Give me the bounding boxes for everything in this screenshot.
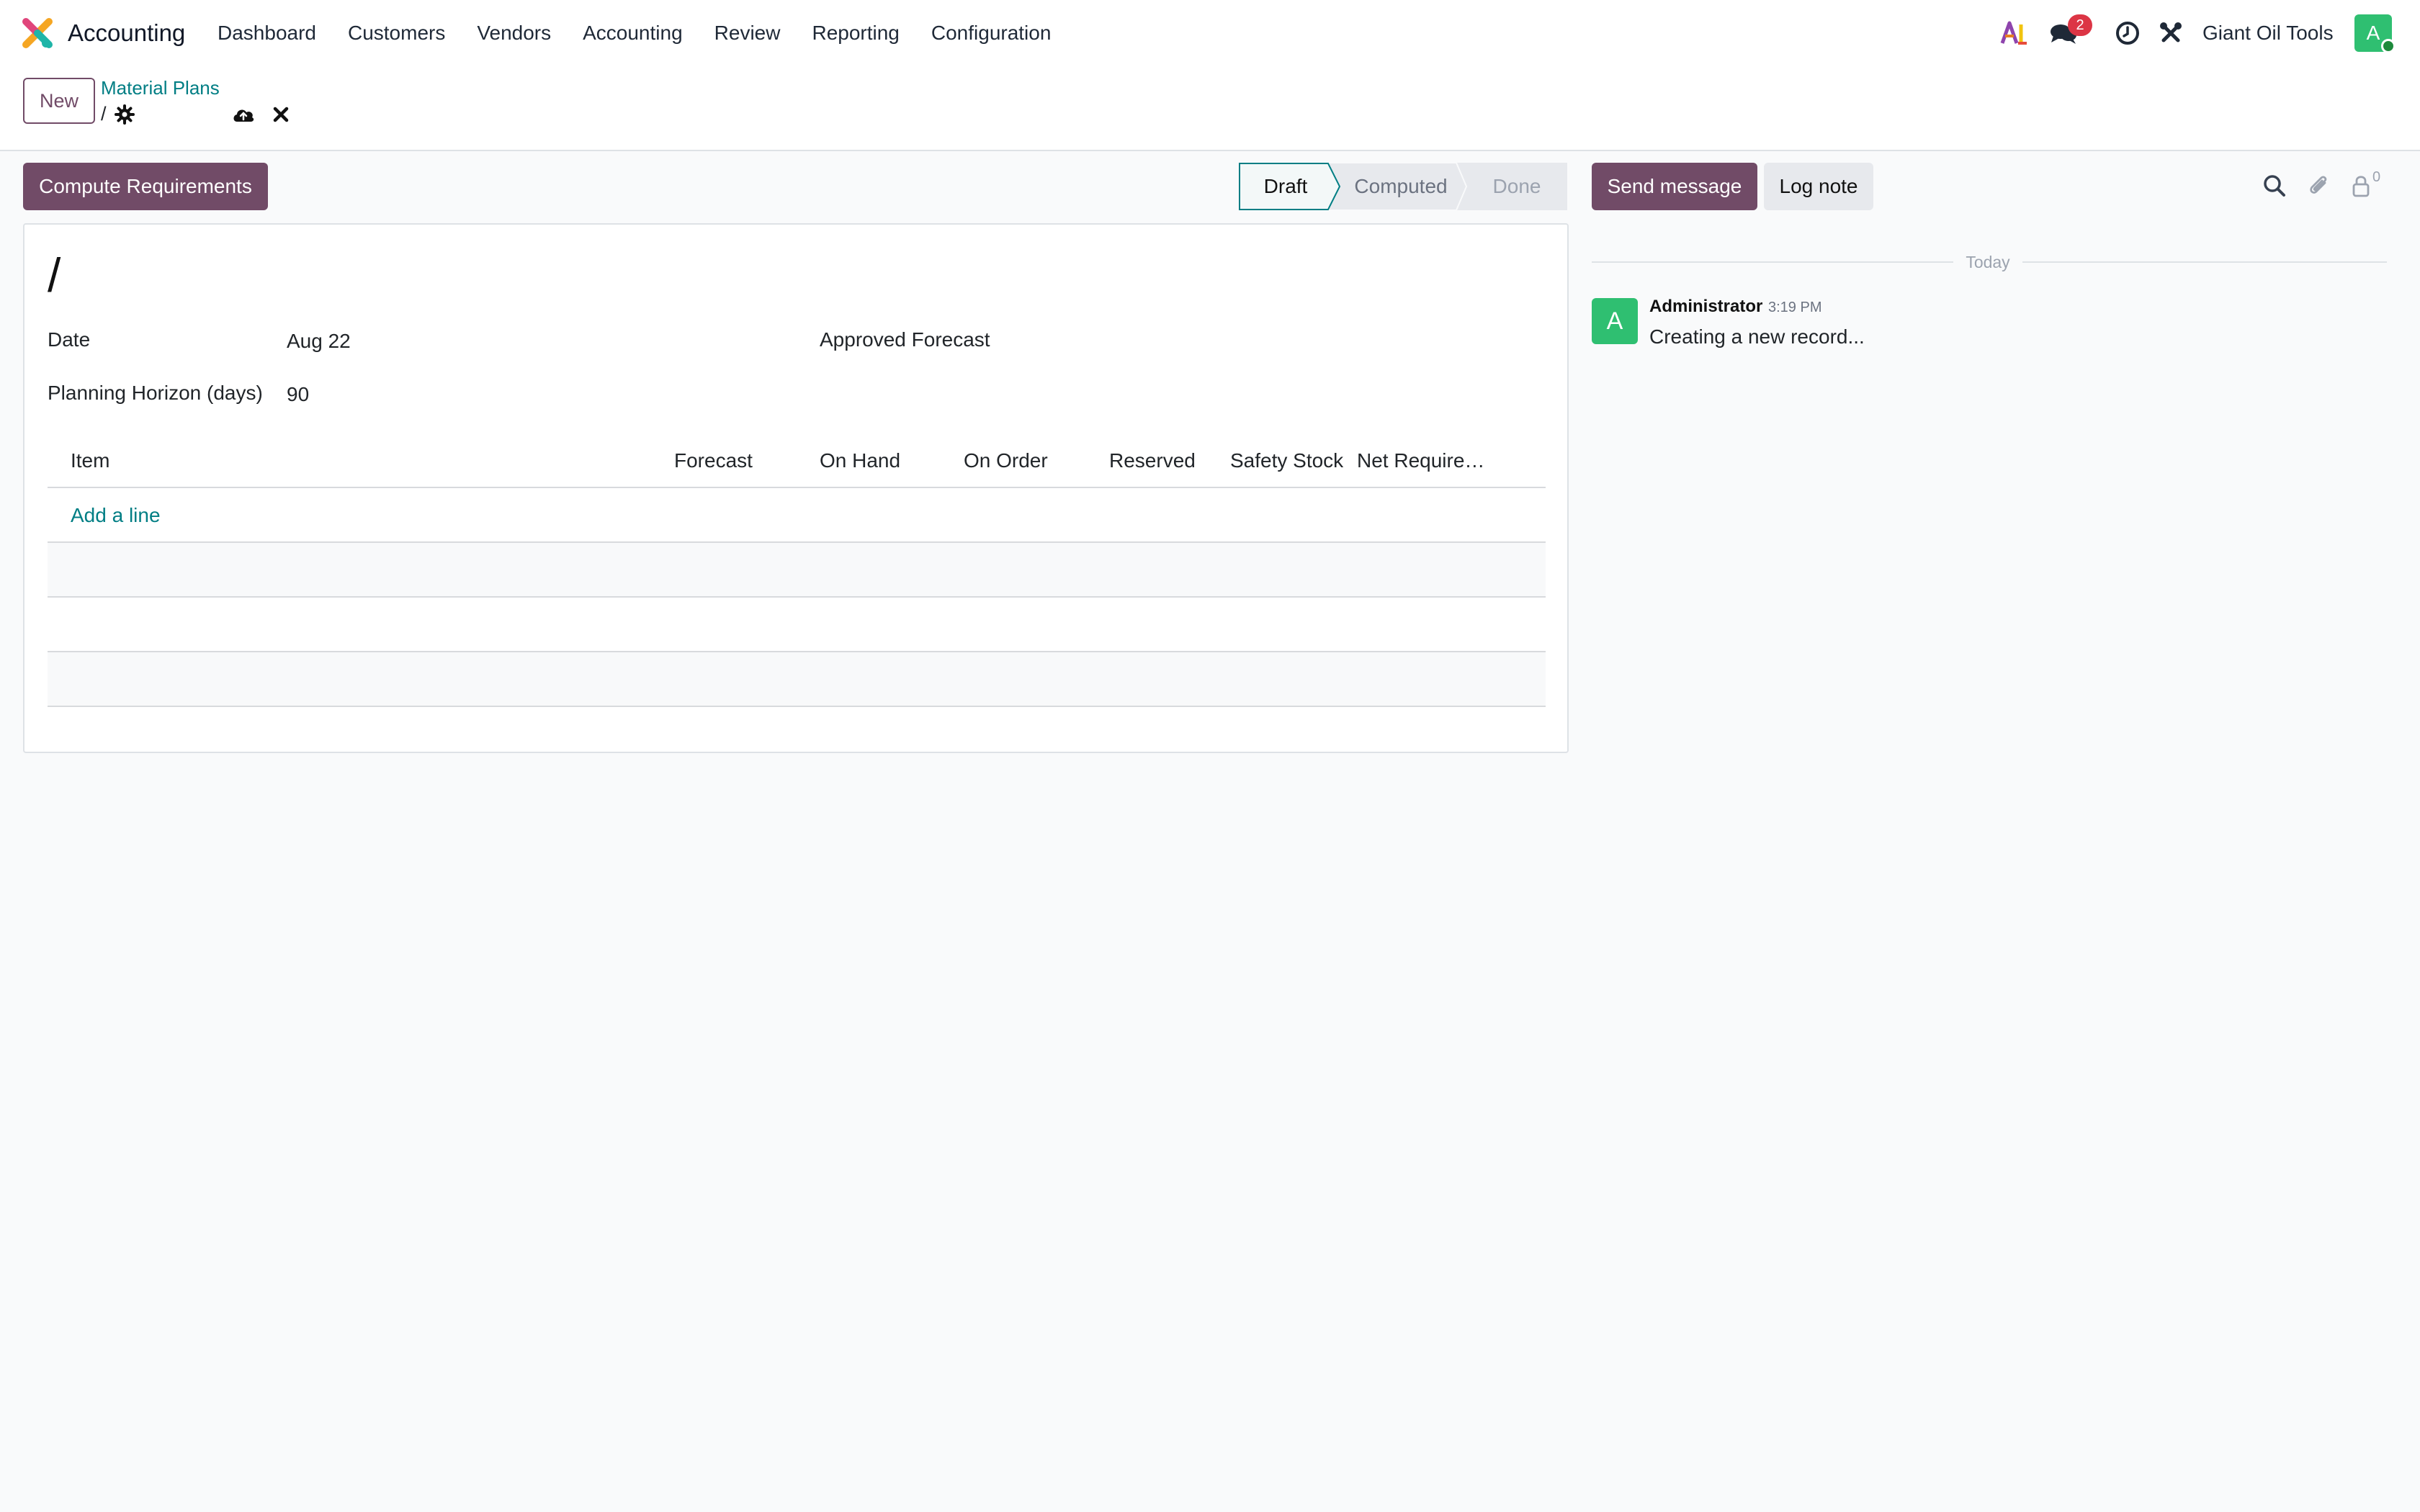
message-body: Creating a new record... <box>1649 325 1865 348</box>
approved-forecast-label: Approved Forecast <box>820 328 990 351</box>
column-safety-stock[interactable]: Safety Stock <box>1230 446 1343 475</box>
planning-horizon-label: Planning Horizon (days) <box>48 382 263 404</box>
message-author[interactable]: Administrator <box>1649 295 1762 318</box>
control-panel: New Material Plans / <box>0 66 2420 151</box>
accounting-app-icon[interactable] <box>22 17 53 49</box>
status-bar: Draft Computed Done <box>1239 163 1567 210</box>
column-forecast[interactable]: Forecast <box>674 446 753 475</box>
column-on-hand[interactable]: On Hand <box>820 446 900 475</box>
menu-customers[interactable]: Customers <box>348 17 445 49</box>
column-net-requirement[interactable]: Net Require… <box>1357 446 1484 475</box>
approved-forecast-field[interactable] <box>1056 325 1531 354</box>
save-cloud-icon[interactable] <box>231 104 256 125</box>
lines-table-header: Item Forecast On Hand On Order Reserved … <box>48 433 1546 488</box>
menu-dashboard[interactable]: Dashboard <box>218 17 316 49</box>
send-message-button[interactable]: Send message <box>1592 163 1757 210</box>
message-time: 3:19 PM <box>1768 300 1822 315</box>
form-sheet: / Date Aug 22 Approved Forecast Planning… <box>23 223 1569 753</box>
breadcrumb-material-plans[interactable]: Material Plans <box>101 75 220 101</box>
gear-icon[interactable] <box>114 104 135 125</box>
column-reserved[interactable]: Reserved <box>1109 446 1196 475</box>
divider <box>1592 261 1953 263</box>
menu-reporting[interactable]: Reporting <box>812 17 899 49</box>
compute-requirements-button[interactable]: Compute Requirements <box>23 163 268 210</box>
messages-badge: 2 <box>2068 14 2092 36</box>
message-author-avatar[interactable]: A <box>1592 298 1638 344</box>
status-computed[interactable]: Computed <box>1340 163 1462 210</box>
menu-configuration[interactable]: Configuration <box>931 17 1052 49</box>
column-on-order[interactable]: On Order <box>964 446 1048 475</box>
add-line-row: Add a line <box>48 488 1546 543</box>
activity-clock-icon[interactable] <box>2115 19 2141 48</box>
log-note-button[interactable]: Log note <box>1764 163 1873 210</box>
date-separator-today: Today <box>1966 253 2010 271</box>
followers-lock-icon[interactable] <box>2349 173 2372 199</box>
tools-icon[interactable] <box>2158 19 2184 48</box>
menu-review[interactable]: Review <box>714 17 781 49</box>
date-field[interactable]: Aug 22 <box>287 327 351 356</box>
app-name[interactable]: Accounting <box>68 17 185 49</box>
status-draft[interactable]: Draft <box>1239 163 1332 210</box>
search-icon[interactable] <box>2262 173 2287 199</box>
record-title[interactable]: / <box>48 246 60 304</box>
company-switcher[interactable]: Giant Oil Tools <box>2202 17 2334 49</box>
discard-close-icon[interactable] <box>272 104 290 125</box>
menu-accounting[interactable]: Accounting <box>583 17 683 49</box>
online-status-dot <box>2381 39 2396 53</box>
date-label: Date <box>48 328 91 351</box>
planning-horizon-field[interactable]: 90 <box>287 380 309 409</box>
new-button[interactable]: New <box>23 78 95 124</box>
table-row-empty <box>48 543 1546 598</box>
divider <box>2022 261 2387 263</box>
top-navbar: Accounting Dashboard Customers Vendors A… <box>0 0 2420 66</box>
column-item[interactable]: Item <box>71 446 109 475</box>
table-row-empty <box>48 652 1546 707</box>
followers-count: 0 <box>2372 169 2381 185</box>
paperclip-icon[interactable] <box>2306 173 2332 199</box>
ai-icon[interactable] <box>1999 19 2031 48</box>
table-row-empty <box>48 598 1546 652</box>
status-done[interactable]: Done <box>1466 163 1567 210</box>
add-a-line-link[interactable]: Add a line <box>71 501 161 530</box>
menu-vendors[interactable]: Vendors <box>477 17 551 49</box>
main-menu: Dashboard Customers Vendors Accounting R… <box>218 17 1083 49</box>
breadcrumb-current-record: / <box>101 103 107 125</box>
